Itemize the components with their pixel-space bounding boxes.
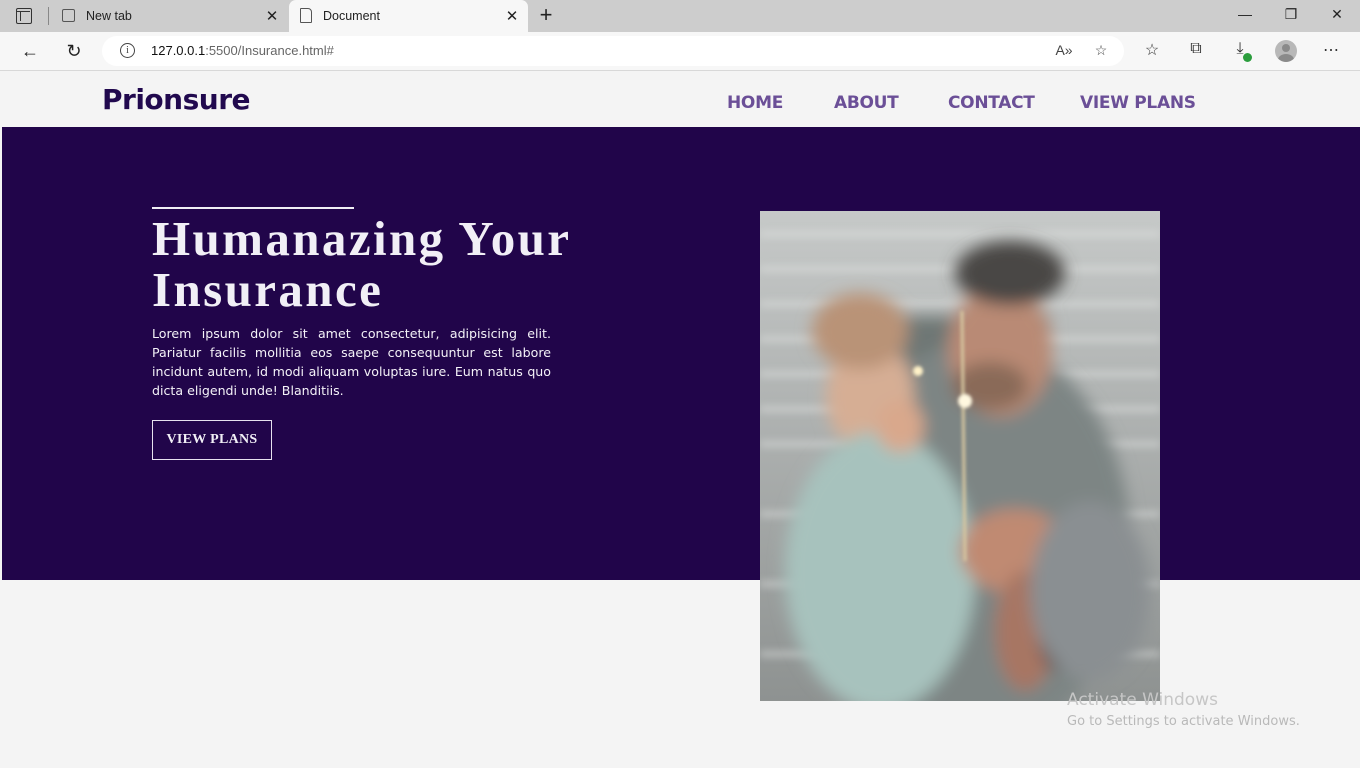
browser-tab-bar: New tab ✕ Document ✕ + — ❐ ✕ — [0, 0, 1360, 32]
tab-actions-icon[interactable] — [16, 8, 32, 24]
url-path: :5500/Insurance.html# — [205, 43, 334, 58]
back-arrow-icon[interactable]: ← — [19, 40, 41, 62]
windows-activation-subtitle: Go to Settings to activate Windows. — [1067, 714, 1300, 729]
info-icon[interactable]: i — [120, 43, 135, 58]
site-logo[interactable]: Prionsure — [102, 83, 251, 116]
url-text[interactable]: 127.0.0.1:5500/Insurance.html# — [151, 43, 334, 58]
browser-toolbar: ← ↻ i 127.0.0.1:5500/Insurance.html# A» … — [0, 32, 1360, 71]
hero-photo-illustration — [760, 211, 1160, 701]
window-close-icon[interactable]: ✕ — [1327, 6, 1347, 23]
tab-label: New tab — [86, 9, 132, 23]
site-header: Prionsure HOME ABOUT CONTACT VIEW PLANS — [2, 71, 1360, 127]
tab-separator — [48, 7, 49, 25]
avatar[interactable] — [1275, 40, 1297, 62]
nav-about[interactable]: ABOUT — [834, 93, 899, 113]
restore-icon[interactable]: ❐ — [1281, 6, 1301, 23]
collections-icon[interactable]: ⧉ — [1185, 40, 1207, 58]
hero-description: Lorem ipsum dolor sit amet consectetur, … — [152, 326, 551, 398]
more-dots-icon[interactable]: ⋯ — [1320, 40, 1342, 60]
hero-title-line2: Insurance — [152, 262, 384, 317]
url-host: 127.0.0.1 — [151, 43, 206, 58]
tab-new-tab[interactable]: New tab ✕ — [52, 0, 288, 32]
download-complete-badge — [1243, 53, 1252, 62]
view-plans-button[interactable]: VIEW PLANS — [152, 420, 272, 460]
new-tab-plus-icon[interactable]: + — [536, 3, 556, 27]
star-add-icon[interactable]: ☆ — [1091, 42, 1111, 59]
document-favicon-icon — [300, 8, 312, 23]
hero-title-line1: Humanazing Your — [152, 211, 572, 266]
web-page: Prionsure HOME ABOUT CONTACT VIEW PLANS … — [2, 71, 1360, 768]
hero-title: Humanazing Your Insurance — [152, 213, 712, 315]
nav-home[interactable]: HOME — [727, 93, 783, 113]
favorites-icon[interactable]: ☆ — [1141, 40, 1163, 60]
tab-document[interactable]: Document ✕ — [289, 0, 528, 32]
address-bar[interactable]: i 127.0.0.1:5500/Insurance.html# A» ☆ — [102, 36, 1124, 66]
nav-contact[interactable]: CONTACT — [948, 93, 1035, 113]
hero-photo — [760, 211, 1160, 701]
hero-divider — [152, 207, 354, 209]
new-tab-favicon-icon — [62, 9, 75, 22]
read-aloud-icon[interactable]: A» — [1054, 42, 1074, 58]
close-icon[interactable]: ✕ — [504, 7, 520, 25]
refresh-icon[interactable]: ↻ — [63, 40, 85, 62]
minimize-icon[interactable]: — — [1235, 6, 1255, 22]
close-icon[interactable]: ✕ — [264, 7, 280, 25]
nav-view-plans[interactable]: VIEW PLANS — [1080, 93, 1196, 113]
tab-label: Document — [323, 9, 380, 23]
windows-activation-title: Activate Windows — [1067, 690, 1218, 710]
